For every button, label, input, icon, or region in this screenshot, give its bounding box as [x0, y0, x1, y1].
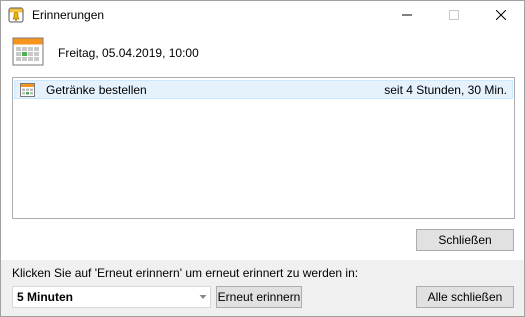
window-title: Erinnerungen: [32, 8, 105, 22]
dismiss-all-button[interactable]: Alle schließen: [416, 286, 514, 308]
title-bar[interactable]: Erinnerungen: [1, 1, 524, 29]
close-window-button[interactable]: [478, 1, 524, 29]
reminder-due-time: seit 4 Stunden, 30 Min.: [384, 83, 507, 97]
snooze-instruction: Klicken Sie auf 'Erneut erinnern' um ern…: [12, 266, 359, 280]
calendar-icon: [12, 35, 44, 67]
minimize-icon: [402, 14, 412, 16]
chevron-down-icon: [199, 295, 207, 299]
maximize-button[interactable]: [431, 1, 477, 29]
maximize-icon: [449, 10, 459, 20]
reminder-date: Freitag, 05.04.2019, 10:00: [58, 46, 199, 60]
snooze-duration-select[interactable]: 5 Minuten: [12, 286, 211, 308]
reminder-title: Getränke bestellen: [46, 83, 147, 97]
reminder-bell-icon: [8, 7, 24, 23]
list-item[interactable]: Getränke bestellen seit 4 Stunden, 30 Mi…: [14, 80, 513, 99]
close-reminder-button[interactable]: Schließen: [416, 229, 514, 251]
snooze-button[interactable]: Erneut erinnern: [216, 286, 302, 308]
minimize-button[interactable]: [384, 1, 430, 29]
reminder-list[interactable]: Getränke bestellen seit 4 Stunden, 30 Mi…: [12, 77, 515, 219]
reminders-window: Erinnerungen Freitag, 05.04.2019, 10:00 …: [0, 0, 525, 317]
snooze-selected-value: 5 Minuten: [17, 290, 73, 304]
close-icon: [496, 10, 506, 20]
calendar-item-icon: [20, 83, 35, 97]
